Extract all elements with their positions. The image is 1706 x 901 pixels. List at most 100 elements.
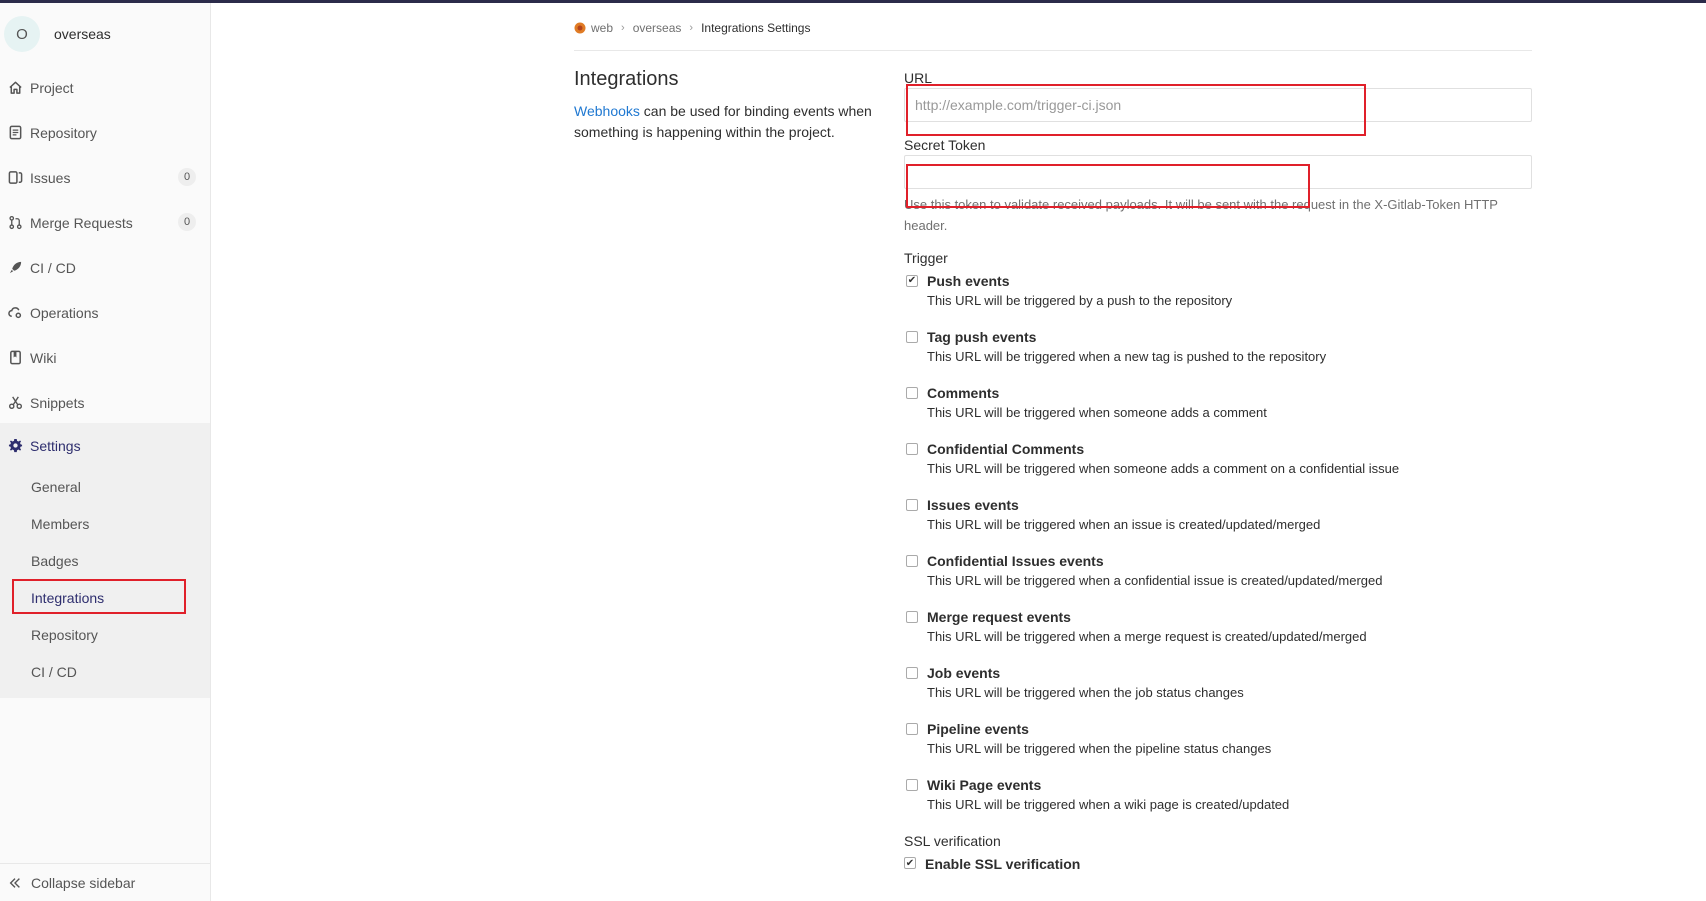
merge-request-events-checkbox[interactable] — [906, 611, 918, 623]
trigger-issues-events[interactable]: Issues events This URL will be triggered… — [904, 492, 1532, 548]
sidebar-item-snippets[interactable]: Snippets — [0, 380, 210, 425]
project-name[interactable]: overseas — [54, 26, 111, 42]
subitem-label: Badges — [31, 552, 79, 569]
doc-icon — [7, 125, 23, 141]
sidebar-item-wiki[interactable]: Wiki — [0, 335, 210, 380]
trigger-push-events[interactable]: ✔ Push events This URL will be triggered… — [904, 268, 1532, 324]
sidebar-item-ci-cd[interactable]: CI / CD — [0, 245, 210, 290]
trigger-desc: This URL will be triggered when an issue… — [927, 517, 1321, 532]
sidebar: O overseas Project Repository Issues 0 M… — [0, 3, 211, 901]
trigger-title[interactable]: Merge request events — [927, 604, 1532, 627]
sidebar-item-settings[interactable]: Settings — [0, 423, 210, 468]
scissors-icon — [7, 395, 23, 411]
home-icon — [7, 80, 23, 96]
secret-token-help: Use this token to validate received payl… — [904, 197, 1498, 233]
sidebar-subitem-members[interactable]: Members — [0, 505, 210, 542]
sidebar-item-label: Issues — [30, 169, 71, 186]
divider — [574, 50, 1532, 51]
issues-count-badge: 0 — [178, 168, 196, 186]
secret-token-label: Secret Token — [904, 137, 986, 153]
sidebar-subitem-badges[interactable]: Badges — [0, 542, 210, 579]
trigger-merge-request-events[interactable]: Merge request events This URL will be tr… — [904, 604, 1532, 660]
breadcrumb-group[interactable]: web — [591, 21, 613, 35]
trigger-title[interactable]: Pipeline events — [927, 716, 1532, 739]
trigger-tag-push-events[interactable]: Tag push events This URL will be trigger… — [904, 324, 1532, 380]
subitem-label: Members — [31, 515, 90, 532]
sidebar-item-label: Operations — [30, 304, 99, 321]
project-header[interactable]: O overseas — [0, 3, 210, 65]
trigger-wiki-page-events[interactable]: Wiki Page events This URL will be trigge… — [904, 772, 1532, 828]
push-events-checkbox[interactable]: ✔ — [906, 275, 918, 287]
url-label: URL — [904, 70, 933, 86]
collapse-sidebar-button[interactable]: Collapse sidebar — [0, 863, 210, 901]
top-bar — [0, 0, 1706, 3]
trigger-title[interactable]: Tag push events — [927, 324, 1532, 347]
ssl-verification-option[interactable]: ✔ Enable SSL verification — [904, 851, 1532, 877]
trigger-confidential-issues-events[interactable]: Confidential Issues events This URL will… — [904, 548, 1532, 604]
trigger-pipeline-events[interactable]: Pipeline events This URL will be trigger… — [904, 716, 1532, 772]
trigger-title[interactable]: Push events — [927, 268, 1532, 291]
trigger-title[interactable]: Job events — [927, 660, 1532, 683]
sidebar-subitem-repository[interactable]: Repository — [0, 616, 210, 653]
gear-icon — [7, 438, 23, 454]
trigger-title[interactable]: Confidential Comments — [927, 436, 1532, 459]
trigger-title[interactable]: Wiki Page events — [927, 772, 1532, 795]
sidebar-subitem-integrations[interactable]: Integrations — [0, 579, 210, 616]
sidebar-item-project[interactable]: Project — [0, 65, 210, 110]
trigger-title[interactable]: Issues events — [927, 492, 1532, 515]
webhooks-link[interactable]: Webhooks — [574, 103, 640, 119]
trigger-desc: This URL will be triggered when a merge … — [927, 629, 1367, 644]
trigger-title[interactable]: Confidential Issues events — [927, 548, 1532, 571]
sidebar-nav: Project Repository Issues 0 Merge Reques… — [0, 65, 210, 425]
chevron-right-icon: › — [621, 22, 625, 34]
secret-token-input[interactable] — [904, 155, 1532, 189]
subitem-label: General — [31, 478, 81, 495]
breadcrumb: web › overseas › Integrations Settings — [574, 19, 810, 37]
cloud-gear-icon — [7, 305, 23, 321]
page-title: Integrations — [574, 68, 679, 90]
merge-requests-count-badge: 0 — [178, 213, 196, 231]
sidebar-item-operations[interactable]: Operations — [0, 290, 210, 335]
sidebar-item-label: Project — [30, 79, 74, 96]
chevron-right-icon: › — [689, 22, 694, 34]
trigger-comments[interactable]: Comments This URL will be triggered when… — [904, 380, 1532, 436]
double-chevron-left-icon — [8, 876, 22, 890]
trigger-label: Trigger — [904, 250, 948, 266]
trigger-job-events[interactable]: Job events This URL will be triggered wh… — [904, 660, 1532, 716]
confidential-comments-checkbox[interactable] — [906, 443, 918, 455]
wiki-page-events-checkbox[interactable] — [906, 779, 918, 791]
settings-label: Settings — [30, 437, 81, 454]
trigger-desc: This URL will be triggered by a push to … — [927, 293, 1233, 308]
breadcrumb-project[interactable]: overseas — [633, 21, 682, 35]
subitem-label: Repository — [31, 626, 98, 643]
comments-checkbox[interactable] — [906, 387, 918, 399]
trigger-title[interactable]: Comments — [927, 380, 1532, 403]
project-avatar[interactable]: O — [4, 16, 40, 52]
merge-icon — [7, 215, 23, 231]
breadcrumb-current[interactable]: Integrations Settings — [701, 21, 810, 35]
settings-section: Settings General Members Badges Integrat… — [0, 423, 210, 698]
sidebar-subitem-general[interactable]: General — [0, 468, 210, 505]
tag-push-events-checkbox[interactable] — [906, 331, 918, 343]
trigger-desc: This URL will be triggered when someone … — [927, 461, 1400, 476]
ssl-option-label[interactable]: Enable SSL verification — [925, 851, 1532, 875]
trigger-desc: This URL will be triggered when the job … — [927, 685, 1244, 700]
webhook-form: URL Secret Token Use this token to valid… — [904, 68, 1532, 877]
trigger-desc: This URL will be triggered when the pipe… — [927, 741, 1272, 756]
pipeline-events-checkbox[interactable] — [906, 723, 918, 735]
url-input[interactable] — [904, 88, 1532, 122]
trigger-confidential-comments[interactable]: Confidential Comments This URL will be t… — [904, 436, 1532, 492]
sidebar-item-issues[interactable]: Issues 0 — [0, 155, 210, 200]
job-events-checkbox[interactable] — [906, 667, 918, 679]
sidebar-item-repository[interactable]: Repository — [0, 110, 210, 155]
collapse-label: Collapse sidebar — [31, 874, 136, 891]
sidebar-subitem-ci-cd[interactable]: CI / CD — [0, 653, 210, 690]
sidebar-item-label: Merge Requests — [30, 214, 133, 231]
issues-events-checkbox[interactable] — [906, 499, 918, 511]
subitem-label: CI / CD — [31, 663, 77, 680]
rocket-icon — [7, 260, 23, 276]
sidebar-item-merge-requests[interactable]: Merge Requests 0 — [0, 200, 210, 245]
confidential-issues-events-checkbox[interactable] — [906, 555, 918, 567]
sidebar-item-label: Wiki — [30, 349, 57, 366]
ssl-verification-checkbox[interactable]: ✔ — [904, 857, 916, 869]
